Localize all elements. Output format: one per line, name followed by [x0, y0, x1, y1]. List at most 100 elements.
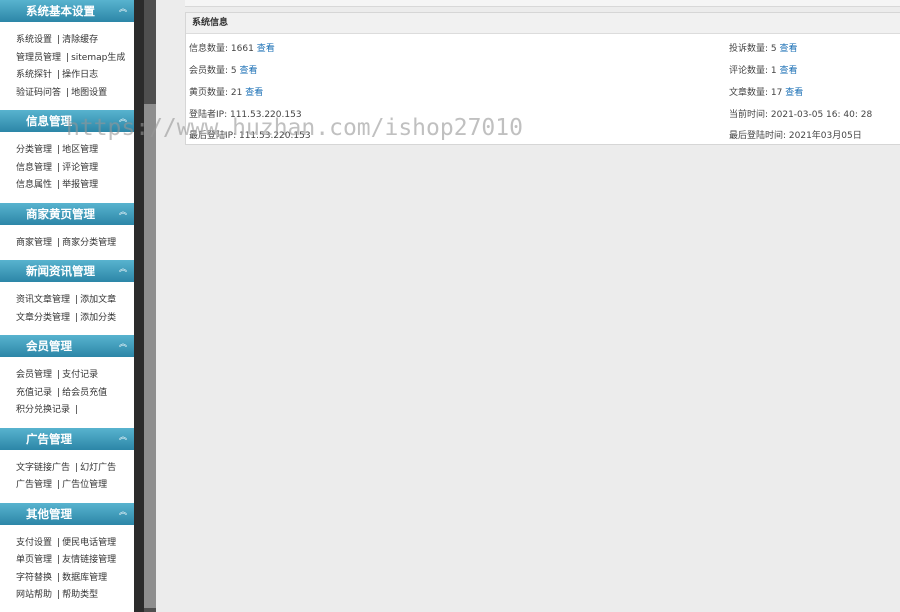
menu-link[interactable]: 网站帮助: [16, 590, 52, 600]
menu-group-header[interactable]: 会员管理 ︽: [0, 335, 134, 357]
menu-link[interactable]: 添加文章: [80, 295, 116, 305]
menu-link[interactable]: 资讯文章管理: [16, 295, 70, 305]
menu-group-title: 商家黄页管理: [26, 206, 95, 221]
current-time: 当前时间: 2021-03-05 16: 40: 28: [729, 110, 873, 120]
last-login-ip: 最后登陆IP: 111.53.220.153: [189, 131, 311, 141]
menu-row: 系统设置 | 清除缓存: [16, 32, 134, 50]
menu-link[interactable]: 清除缓存: [62, 35, 98, 45]
collapse-icon[interactable]: ︽: [119, 108, 127, 130]
menu-link[interactable]: 单页管理: [16, 555, 52, 565]
article-count-view-link[interactable]: 查看: [785, 88, 803, 98]
info-count-row: 信息数量: 1661 查看: [189, 41, 275, 54]
menu-link[interactable]: 评论管理: [62, 163, 98, 173]
menu-group: 会员管理 ︽ 会员管理 | 支付记录 充值记录 | 给会员充值 积分兑换记录 |: [0, 335, 134, 422]
menu-link[interactable]: 帮助类型: [62, 590, 98, 600]
menu-link[interactable]: 操作日志: [62, 70, 98, 80]
menu-separator: |: [57, 572, 61, 583]
collapse-icon[interactable]: ︽: [119, 258, 127, 280]
collapse-icon[interactable]: ︽: [119, 501, 127, 523]
menu-separator: |: [57, 590, 61, 600]
collapse-icon[interactable]: ︽: [119, 426, 127, 448]
collapse-icon[interactable]: ︽: [119, 0, 127, 20]
sidebar-divider: [134, 0, 144, 612]
menu-link[interactable]: 便民电话管理: [62, 538, 116, 548]
menu-group: 广告管理 ︽ 文字链接广告 | 幻灯广告 广告管理 | 广告位管理: [0, 426, 134, 497]
menu-link[interactable]: 会员管理: [16, 370, 52, 380]
menu-group-header[interactable]: 其他管理 ︽: [0, 501, 134, 525]
menu-group-title: 信息管理: [26, 114, 72, 128]
menu-group-body: 商家管理 | 商家分类管理: [0, 225, 134, 255]
collapse-icon[interactable]: ︽: [119, 201, 127, 223]
menu-link[interactable]: 字符替换: [16, 573, 52, 583]
info-count-text: 信息数量: 1661: [189, 44, 254, 54]
collapse-icon[interactable]: ︽: [119, 333, 127, 355]
menu-link[interactable]: 系统设置: [16, 35, 52, 45]
menu-row: 支付设置 | 便民电话管理: [16, 535, 134, 553]
menu-link[interactable]: 文字链接广告: [16, 463, 70, 473]
menu-separator: |: [75, 295, 79, 305]
menu-link[interactable]: 友情链接管理: [62, 555, 116, 565]
menu-link[interactable]: 系统探针: [16, 70, 52, 80]
menu-row: 会员管理 | 支付记录: [16, 367, 134, 385]
menu-separator: |: [66, 52, 70, 63]
menu-link[interactable]: 支付记录: [62, 370, 98, 380]
menu-row: 信息属性 | 举报管理: [16, 177, 134, 195]
menu-group: 商家黄页管理 ︽ 商家管理 | 商家分类管理: [0, 201, 134, 255]
yellowpage-count-text: 黄页数量: 21: [189, 88, 243, 98]
menu-link[interactable]: 广告管理: [16, 480, 52, 490]
menu-link[interactable]: 充值记录: [16, 388, 52, 398]
menu-group-body: 支付设置 | 便民电话管理 单页管理 | 友情链接管理 字符替换 | 数据库管理 网站帮助 | 帮助类…: [0, 525, 134, 607]
menu-link[interactable]: 管理员管理: [16, 53, 61, 63]
menu-link[interactable]: 积分兑换记录: [16, 405, 70, 415]
menu-group: 信息管理 ︽ 分类管理 | 地区管理 信息管理 | 评论管理 信息属性 | 举报管理: [0, 110, 134, 197]
comment-count-view-link[interactable]: 查看: [780, 66, 798, 76]
article-count-row: 文章数量: 17 查看: [729, 85, 803, 98]
menu-row: 字符替换 | 数据库管理: [16, 570, 134, 588]
system-info-panel: 系统信息 信息数量: 1661 查看 投诉数量: 5 查看 会员数量: 5 查看…: [185, 12, 900, 145]
menu-link[interactable]: 幻灯广告: [80, 463, 116, 473]
menu-group-body: 会员管理 | 支付记录 充值记录 | 给会员充值 积分兑换记录 |: [0, 357, 134, 422]
menu-separator: |: [75, 405, 79, 415]
menu-group-header[interactable]: 广告管理 ︽: [0, 426, 134, 450]
menu-row: 管理员管理 | sitemap生成: [16, 50, 134, 68]
menu-group-header[interactable]: 新闻资讯管理 ︽: [0, 260, 134, 282]
menu-row: 信息管理 | 评论管理: [16, 160, 134, 178]
menu-link[interactable]: 广告位管理: [62, 480, 107, 490]
member-count-text: 会员数量: 5: [189, 66, 237, 76]
menu-link[interactable]: 支付设置: [16, 538, 52, 548]
menu-separator: |: [57, 387, 61, 398]
sidebar: 系统基本设置 ︽ 系统设置 | 清除缓存 管理员管理 | sitemap生成 系统探针 | 操作日志…: [0, 0, 134, 612]
menu-link[interactable]: 给会员充值: [62, 388, 107, 398]
menu-link[interactable]: 文章分类管理: [16, 313, 70, 323]
menu-link[interactable]: 验证码问答: [16, 88, 61, 98]
menu-separator: |: [57, 370, 61, 380]
menu-link[interactable]: 分类管理: [16, 145, 52, 155]
menu-row: 广告管理 | 广告位管理: [16, 477, 134, 495]
menu-group-header[interactable]: 商家黄页管理 ︽: [0, 201, 134, 225]
menu-link[interactable]: 地图设置: [71, 88, 107, 98]
complaint-count-text: 投诉数量: 5: [729, 44, 777, 54]
menu-group-body: 资讯文章管理 | 添加文章 文章分类管理 | 添加分类: [0, 282, 134, 329]
menu-row: 充值记录 | 给会员充值: [16, 385, 134, 403]
menu-link[interactable]: 数据库管理: [62, 573, 107, 583]
info-count-view-link[interactable]: 查看: [257, 44, 275, 54]
menu-group-header[interactable]: 系统基本设置 ︽: [0, 0, 134, 22]
scrollbar-thumb[interactable]: [144, 104, 156, 608]
menu-link[interactable]: sitemap生成: [71, 53, 125, 63]
member-count-view-link[interactable]: 查看: [240, 66, 258, 76]
yellowpage-count-view-link[interactable]: 查看: [245, 88, 263, 98]
menu-link[interactable]: 举报管理: [62, 180, 98, 190]
menu-link[interactable]: 添加分类: [80, 313, 116, 323]
complaint-count-view-link[interactable]: 查看: [780, 44, 798, 54]
menu-separator: |: [57, 237, 61, 248]
menu-group-body: 系统设置 | 清除缓存 管理员管理 | sitemap生成 系统探针 | 操作日志 验证码问答 | 地…: [0, 22, 134, 104]
menu-link[interactable]: 地区管理: [62, 145, 98, 155]
last-login-time: 最后登陆时间: 2021年03月05日: [729, 131, 862, 141]
menu-row: 积分兑换记录 |: [16, 402, 134, 420]
menu-link[interactable]: 信息属性: [16, 180, 52, 190]
menu-link[interactable]: 信息管理: [16, 163, 52, 173]
menu-group-header[interactable]: 信息管理 ︽: [0, 110, 134, 132]
menu-link[interactable]: 商家管理: [16, 238, 52, 248]
menu-link[interactable]: 商家分类管理: [62, 238, 116, 248]
menu-separator: |: [57, 70, 61, 80]
